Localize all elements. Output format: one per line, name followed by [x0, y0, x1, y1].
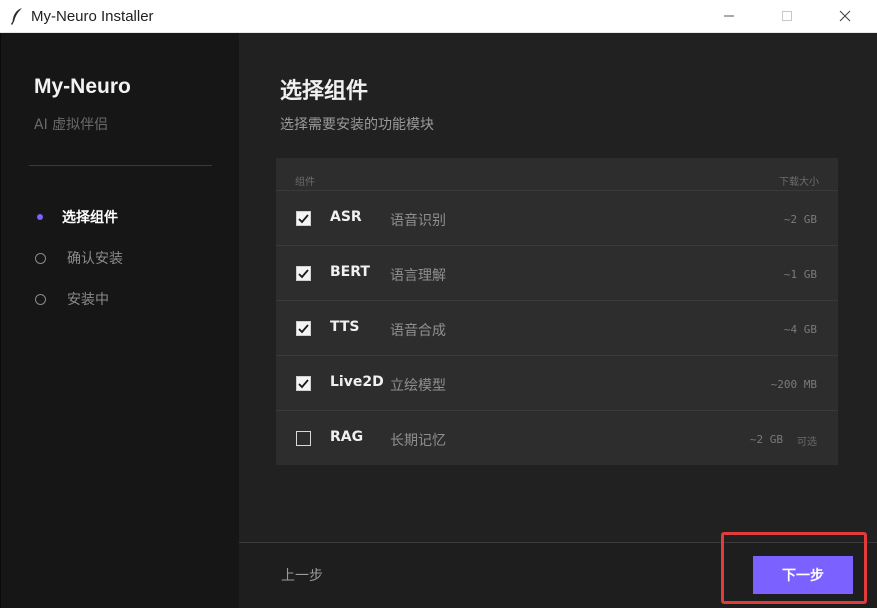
component-checkbox[interactable]: [296, 321, 311, 336]
component-size: ~4 GB: [783, 323, 817, 336]
component-size: ~2 GB: [783, 213, 817, 226]
component-name: ASR: [330, 209, 362, 225]
table-header: 组件 下载大小: [276, 158, 838, 191]
component-name: TTS: [330, 319, 360, 335]
next-button[interactable]: 下一步: [753, 556, 853, 594]
step-label: 确认安装: [67, 251, 123, 267]
component-row-bert[interactable]: BERT 语言理解 ~1 GB: [276, 246, 838, 301]
component-name: RAG: [330, 429, 364, 445]
step-installing: 安装中: [34, 288, 109, 310]
title-bar: My-Neuro Installer: [0, 0, 877, 33]
feather-icon: [8, 7, 26, 25]
component-size-group: ~2 GB 可选: [750, 433, 817, 448]
sidebar-divider: [29, 165, 212, 166]
component-checkbox[interactable]: [296, 431, 311, 446]
minimize-icon: [723, 7, 735, 26]
component-row-rag[interactable]: RAG 长期记忆 ~2 GB 可选: [276, 411, 838, 466]
window-title: My-Neuro Installer: [31, 7, 154, 25]
component-name: Live2D: [330, 374, 384, 390]
maximize-button[interactable]: [764, 0, 810, 33]
brand-name: My-Neuro: [34, 75, 131, 98]
page-title: 选择组件: [280, 79, 369, 104]
footer-bar: 上一步 下一步: [239, 543, 877, 608]
close-button[interactable]: [822, 0, 868, 33]
component-size: ~200 MB: [770, 378, 817, 391]
window-content: My-Neuro AI 虚拟伴侣 选择组件 确认安装 安装中 选择组件 选择需要…: [0, 33, 877, 608]
maximize-icon: [781, 7, 793, 26]
step-label: 安装中: [67, 292, 109, 308]
column-header-download-size: 下载大小: [779, 177, 819, 188]
component-size: ~2 GB: [749, 433, 783, 446]
component-description: 语音识别: [390, 213, 446, 229]
component-description: 语言理解: [390, 268, 446, 284]
component-checkbox[interactable]: [296, 376, 311, 391]
component-name: BERT: [330, 264, 370, 280]
component-checkbox[interactable]: [296, 266, 311, 281]
component-size: ~1 GB: [783, 268, 817, 281]
column-header-component: 组件: [295, 177, 315, 188]
component-checkbox[interactable]: [296, 211, 311, 226]
page-subtitle: 选择需要安装的功能模块: [280, 117, 434, 133]
component-description: 长期记忆: [390, 433, 446, 449]
component-row-tts[interactable]: TTS 语音合成 ~4 GB: [276, 301, 838, 356]
close-icon: [839, 7, 851, 26]
checkmark-icon: [298, 323, 309, 333]
components-table: 组件 下载大小 ASR 语音识别 ~2 GB BERT 语言理解 ~1 GB T…: [276, 158, 838, 465]
checkmark-icon: [298, 213, 309, 223]
brand-subtitle: AI 虚拟伴侣: [34, 117, 109, 133]
component-description: 立绘模型: [390, 378, 446, 394]
step-select-components: 选择组件: [34, 206, 118, 228]
minimize-button[interactable]: [706, 0, 752, 33]
step-label: 选择组件: [62, 210, 118, 226]
component-row-live2d[interactable]: Live2D 立绘模型 ~200 MB: [276, 356, 838, 411]
step-confirm-install: 确认安装: [34, 247, 123, 269]
component-row-asr[interactable]: ASR 语音识别 ~2 GB: [276, 191, 838, 246]
step-active-dot-icon: [34, 211, 46, 223]
step-pending-circle-icon: [34, 293, 46, 305]
optional-tag: 可选: [797, 437, 817, 448]
component-description: 语音合成: [390, 323, 446, 339]
step-pending-circle-icon: [34, 252, 46, 264]
checkmark-icon: [298, 378, 309, 388]
previous-button[interactable]: 上一步: [281, 565, 323, 585]
sidebar: My-Neuro AI 虚拟伴侣 选择组件 确认安装 安装中: [0, 33, 239, 608]
checkmark-icon: [298, 268, 309, 278]
